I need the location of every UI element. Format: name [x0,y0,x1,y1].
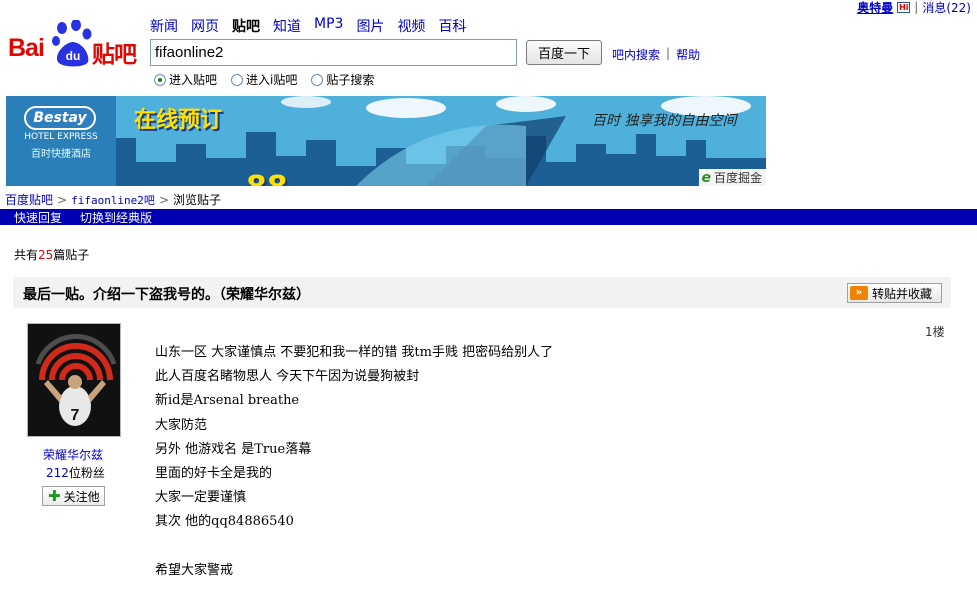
hotel-cn-text: 百时快捷酒店 [31,149,91,160]
promo-text: 在线预订 [134,108,223,133]
hotel-badge-text: Bestay [24,106,96,130]
nav-item[interactable]: MP3 [314,16,343,36]
e-logo-icon: e [701,169,711,186]
breadcrumb-current: 浏览贴子 [173,193,222,207]
nav-item[interactable]: 图片 [356,16,384,36]
nav-item[interactable]: 知道 [273,16,301,36]
hi-messenger-icon[interactable]: Hi [897,1,911,13]
radio-label: 贴子搜索 [326,73,375,87]
classic-view-link[interactable]: 切换到经典版 [80,209,152,226]
thread-title-bar: 最后一贴。介绍一下盗我号的。（荣耀华尔兹） » 转贴并收藏 [13,277,951,308]
chevron-right-icon: > [57,192,68,207]
baidu-tieba-logo[interactable]: Bai du 贴吧 [8,20,144,70]
search-in-bar-link[interactable]: 吧内搜索 [612,46,660,63]
fans-count-link[interactable]: 212 [46,466,69,480]
nav-item[interactable]: 贴吧 [232,16,260,36]
post-line [155,535,553,559]
post-line: 希望大家警戒 [155,562,234,578]
author-name-link[interactable]: 荣耀华尔兹 [43,446,103,463]
hotel-logo: Bestay HOTEL EXPRESS 百时快捷酒店 [18,106,104,176]
floor-number: 1楼 [925,325,945,339]
ad-label[interactable]: e 百度掘金 [699,169,766,186]
post-line: 其次 他的qq84886540 [155,514,294,530]
separator: | [666,46,671,60]
post-count-prefix: 共有 [14,248,39,262]
radio-label: 进入贴吧 [169,73,218,87]
double-arrow-icon: » [850,286,868,300]
baidu-paw-icon: du [52,20,92,67]
search-mode-options: 进入贴吧 进入i贴吧 贴子搜索 [154,71,374,88]
post-line: 大家防范 [155,417,208,433]
post-line: 另外 他游戏名 是True落幕 [155,441,312,457]
slogan-text: 百时 独享我的自由空间 [592,113,737,129]
product-nav: 新闻 网页 贴吧 知道 MP3 图片 视频 百科 [150,16,479,36]
ad-label-text: 百度掘金 [713,171,762,185]
post-line: 大家一定要谨慎 [155,490,247,506]
breadcrumb-forum-link[interactable]: fifaonline2吧 [71,192,155,208]
messages-link[interactable]: 消息(22) [922,0,971,16]
separator: | [914,0,919,14]
post-count-number: 25 [38,248,54,262]
search-links: 吧内搜索 | 帮助 [612,46,700,63]
radio-button-icon[interactable] [311,73,324,86]
thread-title: 最后一贴。介绍一下盗我号的。（荣耀华尔兹） [23,287,310,303]
chevron-right-icon: > [158,192,169,207]
repost-favorite-button[interactable]: » 转贴并收藏 [847,283,942,303]
search-button[interactable]: 百度一下 [526,40,602,65]
nav-item[interactable]: 网页 [191,16,219,36]
fans-suffix: 位粉丝 [68,466,105,480]
post-content: 山东一区 大家谨慎点 不要犯和我一样的错 我tm手贱 把密码给别人了 此人百度名睹… [155,341,553,583]
logo-tieba-text: 贴吧 [92,41,137,67]
follow-label: 关注他 [63,489,100,504]
search-mode-radio[interactable]: 贴子搜索 [311,71,374,88]
search-input[interactable] [150,39,517,66]
thread-toolbar: 快速回复 切换到经典版 [0,209,977,225]
username-link[interactable]: 奥特曼 [857,0,893,16]
post-count-suffix: 篇贴子 [53,248,90,262]
nav-item[interactable]: 百科 [438,16,466,36]
price-text: 88 [246,170,288,186]
messages-label: 消息 [922,0,947,15]
repost-favorite-label: 转贴并收藏 [872,286,933,301]
radio-button-icon[interactable] [231,73,244,86]
search-mode-radio[interactable]: 进入贴吧 [154,71,217,88]
post-line: 山东一区 大家谨慎点 不要犯和我一样的错 我tm手贱 把密码给别人了 [155,345,554,360]
quick-reply-link[interactable]: 快速回复 [14,209,62,226]
svg-text:7: 7 [71,407,80,424]
avatar[interactable]: 7 [27,323,121,437]
logo-bai-text: Bai [8,34,45,62]
nav-item[interactable]: 视频 [397,16,425,36]
logo-du-text: du [66,49,81,63]
avatar-image: 7 [28,324,120,436]
radio-button-icon[interactable] [154,73,166,86]
fans-count: 212位粉丝 [46,464,105,481]
plus-icon: ✚ [48,487,61,505]
radio-label: 进入i贴吧 [246,73,298,87]
post-line: 此人百度名睹物思人 今天下午因为说曼狗被封 [155,369,420,385]
search-mode-radio[interactable]: 进入i贴吧 [231,71,297,88]
breadcrumb: 百度贴吧 > fifaonline2吧 > 浏览贴子 [5,191,221,208]
post-count: 共有25篇贴子 [14,246,89,263]
follow-button[interactable]: ✚ 关注他 [42,486,105,506]
ad-banner[interactable]: Bestay HOTEL EXPRESS 百时快捷酒店 在线预订 百时 独享我的… [6,96,766,186]
hotel-sub-text: HOTEL EXPRESS [24,132,98,142]
help-link[interactable]: 帮助 [676,46,700,63]
user-bar: 奥特曼 Hi | 消息(22) [857,0,971,16]
post-line: 新id是Arsenal breathe [155,393,300,409]
breadcrumb-home-link[interactable]: 百度贴吧 [5,191,53,208]
post-line: 里面的好卡全是我的 [155,465,273,481]
messages-count: (22) [946,0,971,15]
nav-item[interactable]: 新闻 [150,16,178,36]
